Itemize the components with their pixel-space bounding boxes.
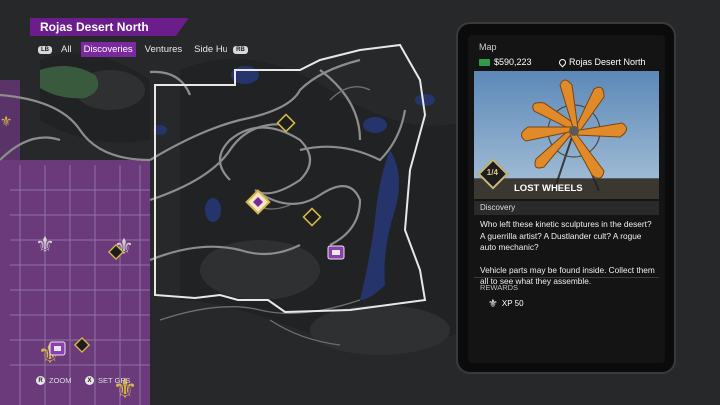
phone-panel: Map $590,223 Rojas Desert North LOST WHE… [456, 22, 676, 374]
shop-marker-icon[interactable] [327, 245, 345, 260]
map-filter-tabs: LB All Discoveries Ventures Side Hu RB [38, 41, 248, 58]
divider [474, 277, 659, 278]
location-pin-icon [557, 57, 568, 67]
zoom-hint[interactable]: R ZOOM [36, 376, 72, 385]
reward-item: ⚜ XP 50 [488, 297, 524, 310]
phone-screen: Map $590,223 Rojas Desert North LOST WHE… [468, 35, 665, 363]
tab-all[interactable]: All [58, 42, 75, 57]
tab-side-hustles[interactable]: Side Hu [191, 42, 227, 57]
set-gps-label: SET GPS [98, 376, 131, 385]
cash-display: $590,223 [479, 57, 532, 67]
fleur-de-lis-icon[interactable]: ⚜ [0, 114, 12, 130]
tab-ventures[interactable]: Ventures [142, 42, 186, 57]
rb-button-icon[interactable]: RB [233, 45, 248, 54]
shop-marker-icon[interactable] [49, 341, 66, 356]
discovery-title-bar: LOST WHEELS [474, 178, 659, 200]
fleur-de-lis-icon: ⚜ [35, 233, 55, 258]
tab-discoveries[interactable]: Discoveries [80, 42, 136, 57]
current-location: Rojas Desert North [557, 57, 646, 67]
cash-amount: $590,223 [494, 57, 532, 67]
x-button-icon: X [85, 376, 94, 385]
location-name: Rojas Desert North [569, 57, 646, 67]
region-name-label: Rojas Desert North [30, 18, 189, 36]
description-paragraph: Who left these kinetic sculptures in the… [480, 219, 652, 252]
discovery-category: Discovery [474, 201, 659, 215]
panel-title: Map [479, 42, 497, 52]
fleur-de-lis-icon: ⚜ [488, 297, 498, 310]
set-gps-hint[interactable]: X SET GPS [85, 376, 130, 385]
cash-icon [479, 58, 490, 66]
owned-territory [0, 160, 150, 405]
rewards-heading: REWARDS [480, 283, 519, 292]
zoom-label: ZOOM [49, 376, 72, 385]
lb-button-icon[interactable]: LB [38, 45, 52, 54]
collection-progress: 1/4 [486, 168, 498, 178]
reward-xp: XP 50 [501, 299, 524, 308]
discovery-title: LOST WHEELS [514, 183, 583, 194]
r-button-icon: R [36, 376, 45, 385]
